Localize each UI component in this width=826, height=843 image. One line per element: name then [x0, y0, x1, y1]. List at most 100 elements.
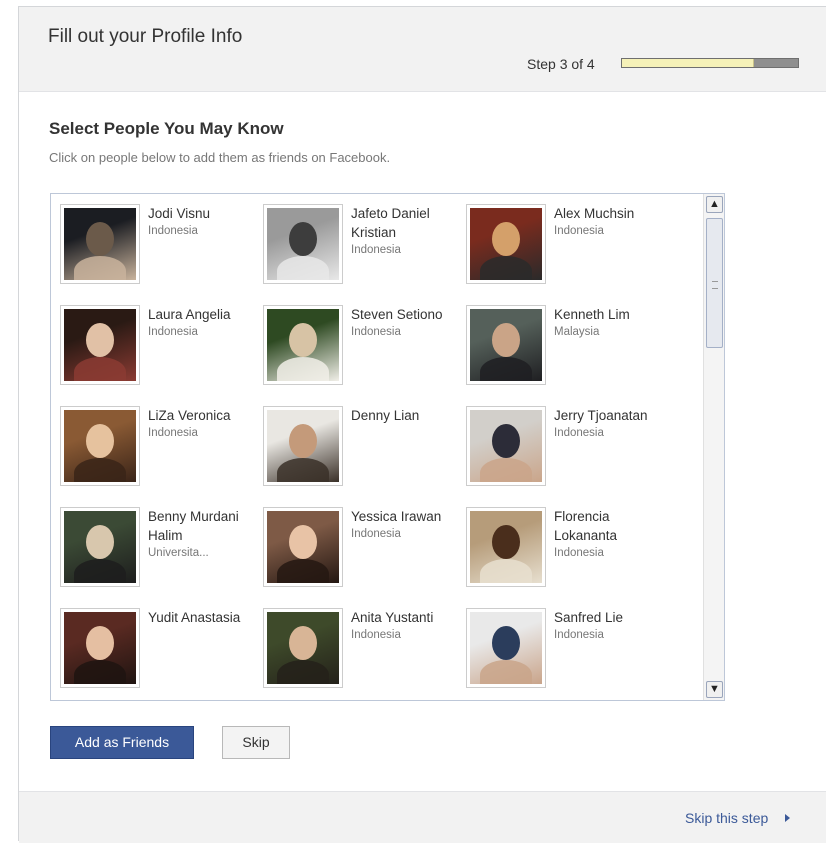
face-shape [289, 525, 317, 559]
skip-this-step-link[interactable]: Skip this step [685, 810, 768, 826]
face-shape [492, 525, 520, 559]
profile-photo[interactable] [466, 507, 546, 587]
profile-photo[interactable] [466, 608, 546, 688]
person-location: Universita... [148, 547, 209, 559]
person-card[interactable]: LiZa Veronica Indonesia [60, 406, 260, 496]
person-card[interactable]: Laura Angelia Indonesia [60, 305, 260, 395]
person-card[interactable]: Steven Setiono Indonesia [263, 305, 463, 395]
body-shape [277, 357, 329, 381]
progress-bar [621, 58, 799, 68]
page-title: Fill out your Profile Info [48, 26, 243, 47]
body-shape [74, 256, 126, 280]
step-indicator: Step 3 of 4 [527, 56, 595, 72]
person-card[interactable]: Yudit Anastasia [60, 608, 260, 698]
scrollbar-thumb[interactable] [706, 218, 723, 348]
person-name: Jafeto Daniel Kristian [351, 206, 430, 240]
person-location: Indonesia [351, 326, 401, 338]
person-name: Kenneth Lim [554, 307, 630, 322]
profile-info-panel: Fill out your Profile Info Step 3 of 4 S… [18, 6, 826, 843]
person-name: Steven Setiono [351, 307, 443, 322]
photo-image [267, 612, 339, 684]
photo-image [64, 208, 136, 280]
photo-image [267, 309, 339, 381]
face-shape [492, 626, 520, 660]
body-shape [74, 660, 126, 684]
panel-header: Fill out your Profile Info Step 3 of 4 [19, 7, 826, 92]
photo-image [267, 208, 339, 280]
face-shape [289, 323, 317, 357]
face-shape [289, 222, 317, 256]
person-card[interactable]: Yessica Irawan Indonesia [263, 507, 463, 597]
people-list[interactable]: Jodi Visnu Indonesia Jafeto Daniel Kristia… [50, 193, 725, 701]
photo-image [64, 612, 136, 684]
profile-photo[interactable] [60, 406, 140, 486]
face-shape [492, 424, 520, 458]
face-shape [289, 424, 317, 458]
profile-photo[interactable] [466, 406, 546, 486]
profile-photo[interactable] [263, 305, 343, 385]
person-card[interactable]: Jodi Visnu Indonesia [60, 204, 260, 294]
arrow-right-icon [785, 814, 790, 822]
photo-image [267, 511, 339, 583]
panel-footer: Skip this step [19, 791, 826, 843]
person-location: Indonesia [148, 326, 198, 338]
add-as-friends-button[interactable]: Add as Friends [50, 726, 194, 759]
person-name: Yudit Anastasia [148, 610, 241, 625]
profile-photo[interactable] [466, 204, 546, 284]
profile-photo[interactable] [263, 204, 343, 284]
profile-photo[interactable] [60, 204, 140, 284]
person-card[interactable]: Denny Lian [263, 406, 463, 496]
body-shape [480, 559, 532, 583]
person-location: Indonesia [554, 427, 604, 439]
photo-image [64, 410, 136, 482]
person-card[interactable]: Alex Muchsin Indonesia [466, 204, 666, 294]
chevron-up-icon: ▲ [709, 198, 720, 210]
person-card[interactable]: Jafeto Daniel Kristian Indonesia [263, 204, 463, 294]
photo-image [470, 208, 542, 280]
person-name: LiZa Veronica [148, 408, 231, 423]
person-card[interactable]: Anita Yustanti Indonesia [263, 608, 463, 698]
person-location: Indonesia [554, 547, 604, 559]
person-location: Indonesia [351, 629, 401, 641]
body-shape [277, 559, 329, 583]
profile-photo[interactable] [263, 608, 343, 688]
person-name: Sanfred Lie [554, 610, 624, 625]
face-shape [86, 626, 114, 660]
profile-photo[interactable] [60, 507, 140, 587]
profile-photo[interactable] [263, 406, 343, 486]
profile-photo[interactable] [466, 305, 546, 385]
body-shape [480, 357, 532, 381]
progress-fill [622, 59, 754, 67]
person-location: Indonesia [554, 629, 604, 641]
person-card[interactable]: Florencia Lokananta Indonesia [466, 507, 666, 597]
body-shape [74, 559, 126, 583]
profile-photo[interactable] [60, 305, 140, 385]
photo-image [267, 410, 339, 482]
face-shape [86, 323, 114, 357]
grip-icon [712, 281, 718, 289]
scrollbar[interactable]: ▲ ▼ [703, 194, 724, 700]
person-name: Denny Lian [351, 408, 420, 423]
person-card[interactable]: Benny Murdani Halim Universita... [60, 507, 260, 597]
person-location: Indonesia [351, 528, 401, 540]
person-location: Malaysia [554, 326, 600, 338]
body-shape [277, 660, 329, 684]
chevron-down-icon: ▼ [709, 683, 720, 695]
body-shape [480, 660, 532, 684]
person-name: Jerry Tjoanatan [554, 408, 648, 423]
face-shape [492, 323, 520, 357]
person-card[interactable]: Kenneth Lim Malaysia [466, 305, 666, 395]
profile-photo[interactable] [263, 507, 343, 587]
scroll-up-button[interactable]: ▲ [706, 196, 723, 213]
face-shape [86, 424, 114, 458]
body-shape [74, 357, 126, 381]
person-card[interactable]: Jerry Tjoanatan Indonesia [466, 406, 666, 496]
skip-button[interactable]: Skip [222, 726, 290, 759]
scroll-down-button[interactable]: ▼ [706, 681, 723, 698]
person-name: Alex Muchsin [554, 206, 635, 221]
photo-image [470, 410, 542, 482]
profile-photo[interactable] [60, 608, 140, 688]
section-title: Select People You May Know [49, 119, 284, 138]
person-card[interactable]: Sanfred Lie Indonesia [466, 608, 666, 698]
photo-image [64, 511, 136, 583]
